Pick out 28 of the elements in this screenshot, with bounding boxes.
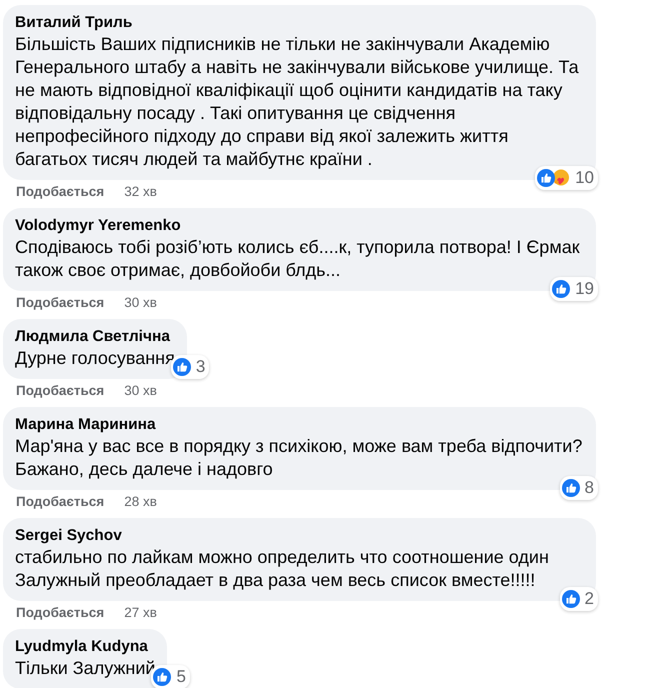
thumbs-up-icon <box>537 169 556 187</box>
thumbs-up-icon <box>552 280 570 298</box>
like-link[interactable]: Подобається <box>16 184 104 200</box>
comment-time[interactable]: 27 хв <box>124 605 157 621</box>
thumbs-up-icon <box>562 479 580 497</box>
like-link[interactable]: Подобається <box>16 383 104 399</box>
reaction-count-pill[interactable]: 19 <box>550 277 598 301</box>
comment-time[interactable]: 30 хв <box>124 295 157 311</box>
thumbs-up-icon <box>153 668 172 686</box>
comment-text: стабильно по лайкам можно определить что соотношение один Залужный преобладает в два раза чем весь список вместе!!!!! <box>15 546 550 592</box>
comment-author[interactable]: Людмила Светлічна <box>15 327 175 347</box>
reaction-count-pill[interactable]: 10 <box>535 166 598 190</box>
comment-author[interactable]: Марина Маринина <box>15 415 584 435</box>
like-link[interactable]: Подобається <box>16 605 104 621</box>
comment-author[interactable]: Volodymyr Yeremenko <box>15 216 584 236</box>
like-link[interactable]: Подобається <box>16 295 104 311</box>
like-link[interactable]: Подобається <box>16 494 104 510</box>
comment-author[interactable]: Виталий Триль <box>15 13 584 33</box>
thumbs-up-icon <box>562 590 580 608</box>
comment-author[interactable]: Lyudmyla Kudyna <box>15 637 156 657</box>
reaction-count-pill[interactable]: 2 <box>560 587 598 611</box>
comment-author[interactable]: Sergei Sychov <box>15 526 584 546</box>
reaction-count-pill[interactable]: 8 <box>560 476 598 500</box>
comment-time[interactable]: 32 хв <box>124 184 157 200</box>
comment-time[interactable]: 30 хв <box>124 383 157 399</box>
thumbs-up-icon <box>172 358 191 376</box>
heart-hug-emoji-icon <box>552 169 570 187</box>
comment-time[interactable]: 28 хв <box>124 494 157 510</box>
